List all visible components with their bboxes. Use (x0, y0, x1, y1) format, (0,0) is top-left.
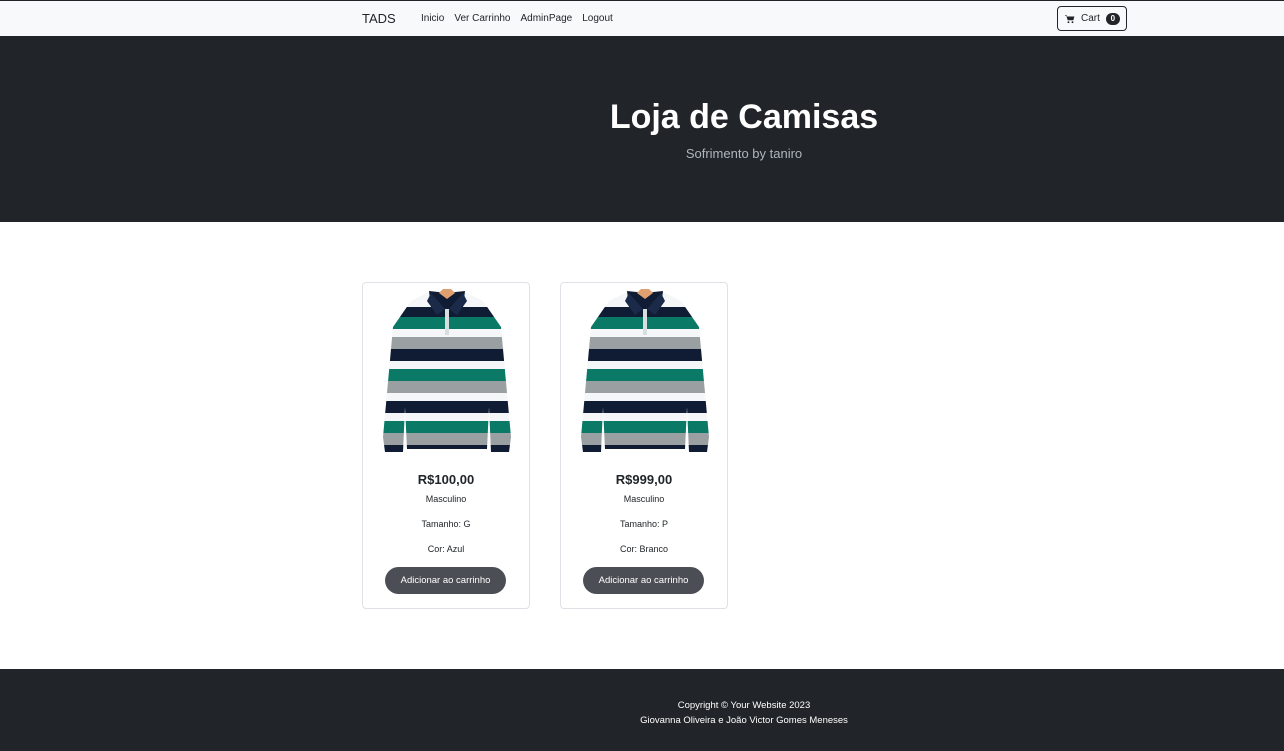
cart-button[interactable]: Cart 0 (1057, 6, 1127, 31)
product-size: Tamanho: P (619, 519, 669, 529)
add-to-cart-button[interactable]: Adicionar ao carrinho (583, 567, 704, 594)
cart-icon (1065, 14, 1075, 23)
navbar: TADS Inicio Ver Carrinho AdminPage Logou… (0, 1, 1284, 36)
product-card: R$999,00 Masculino Tamanho: P Cor: Branc… (560, 282, 728, 609)
cart-count-badge: 0 (1105, 12, 1120, 25)
footer: Copyright © Your Website 2023 Giovanna O… (0, 669, 1284, 751)
product-gender: Masculino (425, 494, 467, 504)
product-price: R$100,00 (417, 472, 475, 487)
product-size: Tamanho: G (421, 519, 471, 529)
product-color: Cor: Azul (427, 544, 465, 554)
striped-polo-shirt-image (581, 289, 709, 452)
cart-label: Cart (1081, 13, 1100, 24)
product-card: R$100,00 Masculino Tamanho: G Cor: Azul … (362, 282, 530, 609)
nav-links: Inicio Ver Carrinho AdminPage Logout (421, 13, 613, 24)
striped-polo-shirt-image (383, 289, 511, 452)
product-price: R$999,00 (615, 472, 673, 487)
nav-link-logout[interactable]: Logout (582, 13, 613, 24)
nav-link-ver-carrinho[interactable]: Ver Carrinho (454, 13, 510, 24)
nav-link-inicio[interactable]: Inicio (421, 13, 444, 24)
footer-authors: Giovanna Oliveira e João Victor Gomes Me… (640, 715, 848, 726)
product-gender: Masculino (623, 494, 665, 504)
page-subtitle: Sofrimento by taniro (685, 146, 803, 161)
page-title: Loja de Camisas (609, 98, 879, 136)
product-color: Cor: Branco (619, 544, 669, 554)
brand[interactable]: TADS (362, 11, 396, 26)
hero-header: Loja de Camisas Sofrimento by taniro (0, 36, 1284, 222)
nav-link-adminpage[interactable]: AdminPage (521, 13, 573, 24)
add-to-cart-button[interactable]: Adicionar ao carrinho (385, 567, 506, 594)
footer-copyright: Copyright © Your Website 2023 (677, 700, 811, 711)
